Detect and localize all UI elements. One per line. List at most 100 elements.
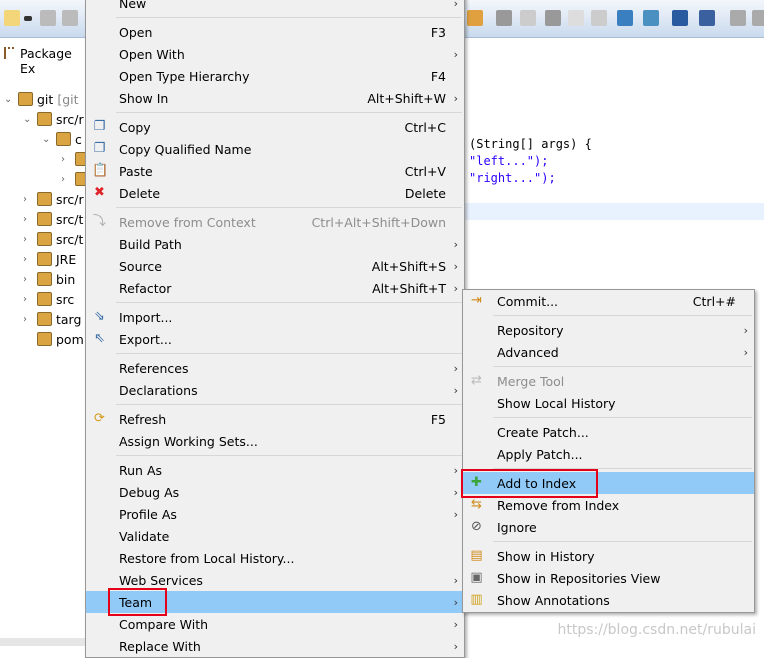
document-icon[interactable] (568, 10, 584, 26)
team-submenu: ⇥ Commit... Ctrl+# Repository › Advanced › ⇄ Mer… (462, 289, 755, 613)
shortcut-label: Delete (404, 185, 446, 201)
tree-item[interactable]: ⌄ c (42, 129, 82, 149)
team-callout (108, 588, 167, 616)
expand-chevron-icon[interactable]: ⌄ (42, 134, 52, 145)
context-menu: New › Open F3 Open With › Open Type Hierarchy F… (85, 0, 465, 658)
menu-item-restore-from-local-history[interactable]: Restore from Local History... (86, 547, 464, 569)
menu-item-apply-patch[interactable]: Apply Patch... (463, 443, 754, 465)
menu-item-show-annotations[interactable]: ▥ Show Annotations (463, 589, 754, 611)
menu-item-show-in[interactable]: Show In Alt+Shift+W › (86, 87, 464, 109)
tree-item[interactable]: › src/t (23, 209, 83, 229)
tree-item[interactable]: › JRE (23, 249, 76, 269)
tree-item[interactable]: › src (23, 289, 74, 309)
menu-item-label: Replace With (119, 638, 201, 654)
tree-item[interactable]: ⌄ src/r (23, 109, 84, 129)
resume-icon[interactable] (730, 10, 746, 26)
menu-item-open[interactable]: Open F3 (86, 21, 464, 43)
brush-icon[interactable] (520, 10, 536, 26)
horizontal-scrollbar[interactable] (0, 638, 85, 646)
menu-item-commit[interactable]: ⇥ Commit... Ctrl+# (463, 290, 754, 312)
expand-chevron-icon[interactable]: › (23, 314, 33, 325)
menu-separator (86, 299, 464, 306)
submenu-arrow-icon: › (453, 0, 458, 10)
menu-item-label: Show in Repositories View (497, 570, 661, 586)
tree-item[interactable]: pom (23, 329, 84, 349)
save-icon[interactable] (40, 10, 56, 26)
package-folder-icon (37, 112, 52, 126)
menu-item-advanced[interactable]: Advanced › (463, 341, 754, 363)
menu-item-refactor[interactable]: Refactor Alt+Shift+T › (86, 277, 464, 299)
menu-item-delete[interactable]: ✖ Delete Delete (86, 182, 464, 204)
menu-item-declarations[interactable]: Declarations › (86, 379, 464, 401)
menu-item-show-in-history[interactable]: ▤ Show in History (463, 545, 754, 567)
tree-item[interactable]: › targ (23, 309, 81, 329)
menu-item-import[interactable]: ⇘ Import... (86, 306, 464, 328)
tree-item[interactable]: › src/t (23, 229, 83, 249)
import-icon: ⇘ (94, 309, 105, 324)
copy-qualified-name-icon: ❐ (93, 141, 106, 156)
expand-chevron-icon[interactable]: ⌄ (4, 94, 14, 105)
submenu-arrow-icon: › (453, 281, 458, 295)
menu-item-repository[interactable]: Repository › (463, 319, 754, 341)
code-line: "left..."); (469, 154, 549, 168)
monitor-icon[interactable] (672, 10, 688, 26)
expand-chevron-icon[interactable]: › (23, 234, 33, 245)
menu-item-run-as[interactable]: Run As › (86, 459, 464, 481)
expand-chevron-icon[interactable]: › (23, 194, 33, 205)
people-icon[interactable] (545, 10, 561, 26)
menu-item-refresh[interactable]: ⟳ Refresh F5 (86, 408, 464, 430)
submenu-arrow-icon: › (453, 47, 458, 61)
menu-item-paste[interactable]: 📋 Paste Ctrl+V (86, 160, 464, 182)
expand-chevron-icon[interactable]: › (61, 154, 71, 165)
expand-chevron-icon[interactable]: › (23, 274, 33, 285)
repo-label: [git (57, 91, 79, 107)
menu-item-compare-with[interactable]: Compare With › (86, 613, 464, 635)
menu-item-copy-qualified-name[interactable]: ❐ Copy Qualified Name (86, 138, 464, 160)
open-folder-icon[interactable] (467, 10, 483, 26)
menu-separator (86, 109, 464, 116)
menu-item-profile-as[interactable]: Profile As › (86, 503, 464, 525)
new-wizard-icon[interactable] (4, 10, 20, 26)
expand-chevron-icon[interactable]: › (23, 214, 33, 225)
menu-item-new[interactable]: New › (86, 0, 464, 14)
globe-icon[interactable] (617, 10, 633, 26)
dropdown-icon[interactable] (24, 16, 32, 21)
suspend-icon[interactable] (752, 10, 764, 26)
menu-item-label: Compare With (119, 616, 209, 632)
search-icon[interactable] (496, 10, 512, 26)
menu-item-replace-with[interactable]: Replace With › (86, 635, 464, 657)
save-all-icon[interactable] (62, 10, 78, 26)
paragraph-icon[interactable] (591, 10, 607, 26)
run-server-icon[interactable] (643, 10, 659, 26)
submenu-arrow-icon: › (453, 259, 458, 273)
menu-item-copy[interactable]: ❐ Copy Ctrl+C (86, 116, 464, 138)
menu-item-label: New (119, 0, 147, 11)
tree-item[interactable]: › bin (23, 269, 75, 289)
menu-item-assign-working-sets[interactable]: Assign Working Sets... (86, 430, 464, 452)
tree-item[interactable]: ⌄ git [git (4, 89, 79, 109)
menu-item-open-with[interactable]: Open With › (86, 43, 464, 65)
expand-chevron-icon[interactable]: ⌄ (23, 114, 33, 125)
expand-chevron-icon[interactable]: › (61, 174, 71, 185)
menu-item-build-path[interactable]: Build Path › (86, 233, 464, 255)
package-folder-icon (37, 272, 52, 286)
menu-item-create-patch[interactable]: Create Patch... (463, 421, 754, 443)
menu-item-source[interactable]: Source Alt+Shift+S › (86, 255, 464, 277)
menu-item-open-type-hierarchy[interactable]: Open Type Hierarchy F4 (86, 65, 464, 87)
menu-item-references[interactable]: References › (86, 357, 464, 379)
package-explorer-tab[interactable]: Package Ex (0, 40, 85, 76)
menu-item-export[interactable]: ⇖ Export... (86, 328, 464, 350)
menu-item-validate[interactable]: Validate (86, 525, 464, 547)
submenu-arrow-icon: › (743, 345, 748, 359)
menu-item-label: Open With (119, 46, 185, 62)
expand-chevron-icon[interactable]: › (23, 254, 33, 265)
menu-item-label: Remove from Context (119, 214, 256, 230)
tree-item[interactable]: › src/r (23, 189, 84, 209)
menu-item-show-local-history[interactable]: Show Local History (463, 392, 754, 414)
menu-item-show-in-repositories-view[interactable]: ▣ Show in Repositories View (463, 567, 754, 589)
no-debug-icon[interactable] (699, 10, 715, 26)
menu-item-debug-as[interactable]: Debug As › (86, 481, 464, 503)
expand-chevron-icon[interactable]: › (23, 294, 33, 305)
menu-item-ignore[interactable]: ⊘ Ignore (463, 516, 754, 538)
tree-item-label: targ (56, 311, 82, 327)
